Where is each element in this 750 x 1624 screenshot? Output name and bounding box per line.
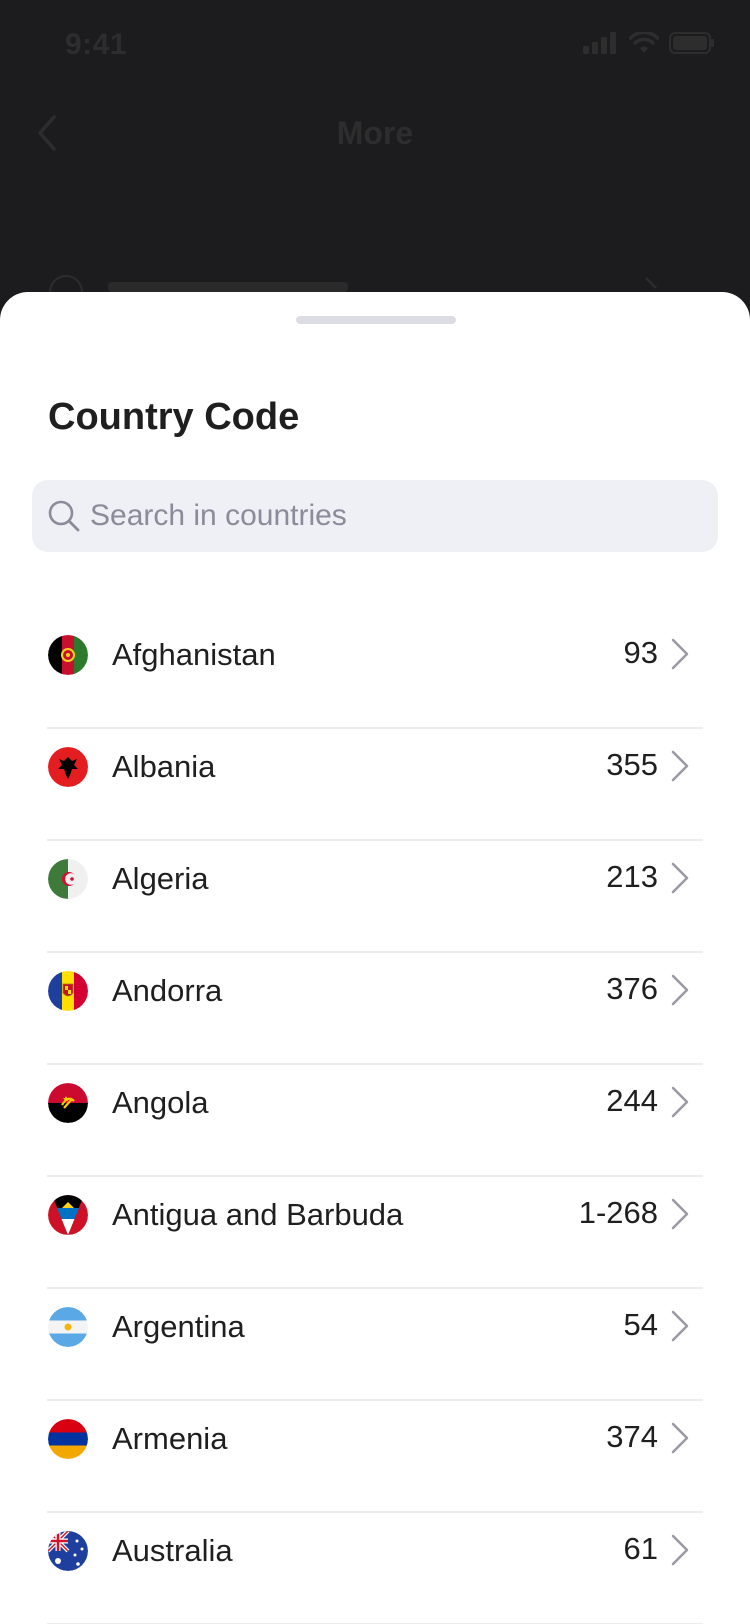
nav-title: More (336, 115, 414, 151)
albania-flag-icon (48, 747, 88, 787)
navigation-bar: More (0, 95, 750, 175)
country-dial-code: 213 (606, 859, 658, 894)
status-time: 9:41 (65, 28, 128, 61)
algeria-flag-icon (48, 859, 88, 899)
sheet-grabber[interactable] (296, 316, 456, 324)
country-row-australia[interactable]: Australia 61 (0, 1513, 750, 1624)
australia-flag-icon (48, 1531, 88, 1571)
chevron-right-icon (671, 750, 689, 782)
country-row-argentina[interactable]: Argentina 54 (0, 1289, 750, 1401)
country-name: Argentina (112, 1309, 245, 1344)
country-row-antigua-and-barbuda[interactable]: Antigua and Barbuda 1-268 (0, 1177, 750, 1289)
country-name: Antigua and Barbuda (112, 1197, 404, 1232)
country-row-algeria[interactable]: Algeria 213 (0, 841, 750, 953)
country-row-andorra[interactable]: Andorra 376 (0, 953, 750, 1065)
background-list-peek (49, 275, 657, 292)
chevron-right-icon (671, 1198, 689, 1230)
cellular-signal-icon (583, 32, 616, 54)
country-row-angola[interactable]: Angola 244 (0, 1065, 750, 1177)
angola-flag-icon (48, 1083, 88, 1123)
chevron-right-icon (671, 1422, 689, 1454)
status-icons (583, 32, 715, 54)
chevron-right-icon (671, 862, 689, 894)
chevron-right-icon (671, 1534, 689, 1566)
country-name: Algeria (112, 861, 209, 896)
status-bar: 9:41 (0, 0, 750, 90)
country-code-sheet: Country Code Afghanistan 93 (0, 292, 750, 1624)
chevron-right-icon (671, 1310, 689, 1342)
search-icon (48, 500, 80, 532)
country-row-afghanistan[interactable]: Afghanistan 93 (0, 617, 750, 729)
country-dial-code: 93 (623, 635, 658, 670)
country-row-armenia[interactable]: Armenia 374 (0, 1401, 750, 1513)
armenia-flag-icon (48, 1419, 88, 1459)
country-dial-code: 244 (606, 1083, 658, 1118)
wifi-icon (629, 32, 659, 53)
sheet-title: Country Code (48, 396, 300, 438)
country-dial-code: 376 (606, 971, 658, 1006)
antigua-barbuda-flag-icon (48, 1195, 88, 1235)
country-name: Afghanistan (112, 637, 276, 672)
andorra-flag-icon (48, 971, 88, 1011)
country-row-albania[interactable]: Albania 355 (0, 729, 750, 841)
argentina-flag-icon (48, 1307, 88, 1347)
search-box[interactable] (32, 480, 718, 552)
country-name: Albania (112, 749, 216, 784)
search-input[interactable] (90, 480, 700, 552)
battery-icon (669, 32, 714, 54)
country-dial-code: 374 (606, 1419, 658, 1454)
country-dial-code: 355 (606, 747, 658, 782)
country-dial-code: 1-268 (578, 1195, 658, 1230)
chevron-right-icon (671, 1086, 689, 1118)
country-name: Angola (112, 1085, 209, 1120)
country-list: Afghanistan 93 Albania 355 Algeria 213 A… (0, 617, 750, 1624)
country-name: Armenia (112, 1421, 228, 1456)
afghanistan-flag-icon (48, 635, 88, 675)
chevron-right-icon (671, 974, 689, 1006)
chevron-right-icon (671, 638, 689, 670)
country-name: Australia (112, 1533, 233, 1568)
country-dial-code: 61 (623, 1531, 658, 1566)
country-name: Andorra (112, 973, 223, 1008)
country-dial-code: 54 (623, 1307, 658, 1342)
